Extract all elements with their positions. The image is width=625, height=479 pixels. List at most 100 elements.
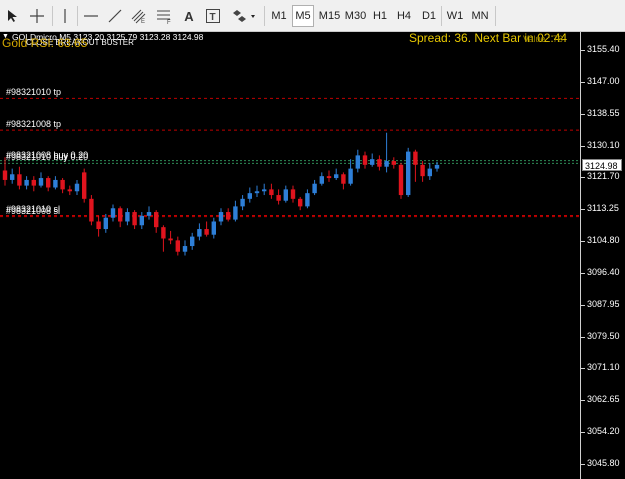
axis-tick bbox=[581, 304, 585, 306]
axis-tick bbox=[581, 241, 585, 243]
text-icon[interactable]: A bbox=[180, 4, 198, 28]
candle-bull bbox=[190, 236, 195, 247]
candle-bear bbox=[118, 208, 123, 222]
crosshair-icon[interactable] bbox=[27, 4, 47, 28]
axis-tick bbox=[581, 50, 585, 51]
candle-bear bbox=[377, 159, 382, 167]
timeframe-m5[interactable]: M5 bbox=[292, 5, 314, 27]
candle-bull bbox=[110, 208, 116, 218]
price-chart[interactable] bbox=[0, 32, 580, 479]
timeframe-mn[interactable]: MN bbox=[468, 5, 492, 27]
axis-tick bbox=[581, 336, 585, 338]
trendline-icon[interactable] bbox=[105, 4, 125, 28]
candle-bull bbox=[211, 221, 216, 235]
candle-bull bbox=[334, 174, 339, 179]
axis-price-label: 3130.10 bbox=[587, 139, 620, 150]
timeframe-m15[interactable]: M15 bbox=[317, 5, 342, 27]
axis-price-label: 3062.65 bbox=[587, 394, 620, 405]
axis-tick bbox=[581, 145, 585, 147]
candle-bull bbox=[370, 159, 375, 165]
current-price-tag: 3124.98 bbox=[582, 158, 622, 171]
axis-price-label: 3045.80 bbox=[587, 458, 620, 468]
axis-tick bbox=[581, 400, 585, 402]
candle-bull bbox=[197, 229, 202, 237]
candle-bull bbox=[355, 155, 360, 169]
axis-tick bbox=[581, 464, 585, 465]
candle-bear bbox=[276, 195, 281, 201]
axis-tick bbox=[581, 368, 585, 370]
fibonacci-icon[interactable]: F bbox=[153, 4, 175, 28]
candle-bull bbox=[283, 189, 288, 201]
candle-bear bbox=[413, 151, 418, 165]
candle-bear bbox=[154, 212, 159, 228]
candle-bear bbox=[168, 238, 173, 241]
candle-bear bbox=[2, 170, 8, 180]
toolbar-separator bbox=[495, 6, 496, 26]
candle-bull bbox=[103, 217, 108, 230]
candle-bull bbox=[10, 174, 15, 180]
candle-bull bbox=[312, 183, 317, 194]
order-label-tp: #98321010 tp bbox=[6, 87, 62, 98]
toolbar-separator bbox=[264, 6, 265, 26]
candle-bull bbox=[427, 168, 432, 177]
candle-bull bbox=[125, 212, 130, 222]
candle-bull bbox=[319, 176, 324, 184]
axis-tick bbox=[581, 113, 585, 115]
candle-bear bbox=[362, 155, 368, 165]
vertical-line-icon[interactable] bbox=[56, 4, 74, 28]
candle-bull bbox=[348, 168, 353, 184]
axis-price-label: 3071.10 bbox=[587, 362, 620, 373]
candle-bear bbox=[161, 227, 166, 239]
timeframe-m1[interactable]: M1 bbox=[268, 5, 290, 27]
axis-price-label: 3138.55 bbox=[587, 107, 620, 118]
price-axis[interactable]: 3155.40 3147.00 3138.55 3130.10 3121.70 3113.… bbox=[580, 32, 625, 479]
candle-bear bbox=[204, 229, 209, 235]
candle-bear bbox=[132, 212, 137, 226]
candle-bull bbox=[218, 212, 224, 222]
svg-text:E: E bbox=[141, 19, 145, 24]
toolbar: E F A T M1 M5 M15 M30 H1 H4 D1 W1 MN bbox=[0, 0, 625, 32]
timeframe-w1[interactable]: W1 bbox=[444, 5, 466, 27]
axis-price-label: 3096.40 bbox=[587, 266, 620, 277]
timeframe-m30[interactable]: M30 bbox=[343, 5, 368, 27]
candle-bull bbox=[305, 193, 310, 207]
axis-price-label: 3104.80 bbox=[587, 235, 620, 246]
axis-tick bbox=[581, 209, 585, 211]
timeframe-h4[interactable]: H4 bbox=[393, 5, 415, 27]
timeframe-d1[interactable]: D1 bbox=[418, 5, 440, 27]
candle-bear bbox=[46, 178, 51, 188]
candle-bear bbox=[82, 172, 87, 199]
candle-bull bbox=[254, 191, 260, 194]
candle-bear bbox=[298, 198, 303, 207]
candle-bull bbox=[139, 215, 144, 226]
axis-price-label: 3155.40 bbox=[587, 44, 620, 54]
candle-bull bbox=[247, 193, 252, 199]
toolbar-separator bbox=[441, 6, 442, 26]
svg-text:F: F bbox=[167, 20, 171, 24]
shapes-icon[interactable] bbox=[228, 4, 260, 28]
axis-price-label: 3113.25 bbox=[587, 203, 619, 214]
timeframe-h1[interactable]: H1 bbox=[369, 5, 391, 27]
candle-bear bbox=[391, 161, 396, 165]
text-label-icon[interactable]: T bbox=[203, 4, 223, 28]
candle-bear bbox=[290, 189, 296, 199]
horizontal-line-icon[interactable] bbox=[81, 4, 101, 28]
axis-price-label: 3147.00 bbox=[587, 75, 620, 86]
candle-bear bbox=[17, 174, 22, 186]
candle-bear bbox=[96, 221, 101, 230]
channel-icon[interactable]: E bbox=[129, 4, 149, 28]
candle-bull bbox=[24, 179, 29, 186]
rsi-readout: Gold RSI: 63.65 bbox=[2, 36, 88, 50]
candle-bear bbox=[226, 212, 231, 220]
toolbar-separator bbox=[52, 6, 53, 26]
axis-tick bbox=[581, 272, 585, 274]
axis-tick bbox=[581, 177, 585, 179]
candle-bear bbox=[398, 164, 404, 196]
axis-price-label: 3087.95 bbox=[587, 298, 620, 309]
candle-bear bbox=[326, 176, 332, 179]
candle-bull bbox=[406, 151, 411, 196]
axis-price-label: 3121.70 bbox=[587, 171, 620, 182]
candle-bull bbox=[262, 189, 267, 192]
arrow-cursor-icon[interactable] bbox=[4, 4, 22, 28]
candle-bear bbox=[341, 174, 346, 184]
